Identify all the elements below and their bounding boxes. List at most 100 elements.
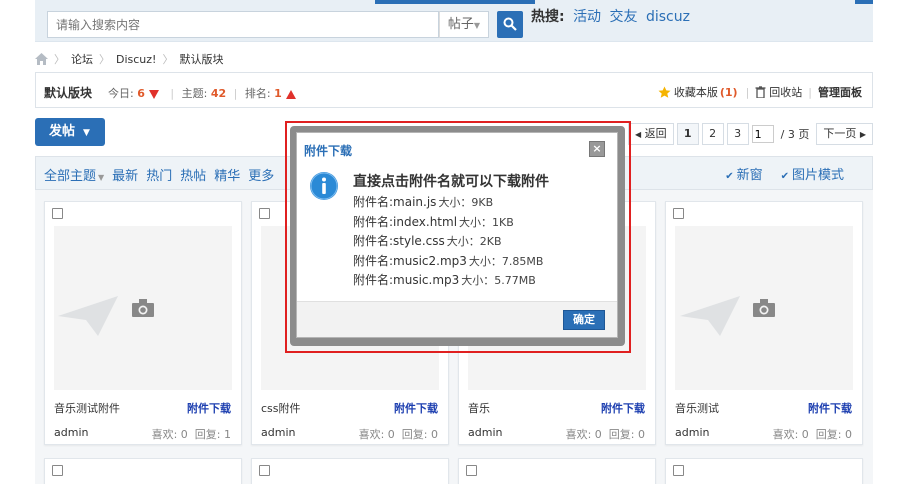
attachment-name[interactable]: 附件名:index.html: [353, 215, 457, 229]
tab-all-topics-label: 全部主题: [44, 169, 97, 184]
favorite-count: (1): [719, 85, 738, 99]
card-likes: 喜欢: 0: [565, 428, 602, 441]
card-title[interactable]: css附件: [261, 400, 301, 416]
chevron-down-icon: ▼: [98, 173, 105, 182]
attachment-download-link[interactable]: 附件下载: [187, 400, 231, 416]
attachment-item[interactable]: 附件名:music2.mp3 大小：7.85MB: [353, 252, 543, 272]
tab-hot[interactable]: 热门: [146, 165, 172, 184]
pager-page[interactable]: 3: [726, 123, 749, 145]
thread-card[interactable]: [665, 458, 863, 484]
hot-link[interactable]: discuz: [646, 9, 690, 25]
card-title[interactable]: 音乐: [468, 400, 490, 416]
post-button[interactable]: 发帖 ▼: [35, 118, 105, 146]
today-label: 今日:: [108, 87, 134, 100]
card-checkbox[interactable]: [673, 208, 684, 219]
forum-name: 默认版块: [44, 86, 93, 100]
chevron-left-icon: ◀: [634, 130, 642, 139]
attachment-name[interactable]: 附件名:music2.mp3: [353, 254, 467, 268]
thread-card[interactable]: [458, 458, 656, 484]
card-checkbox[interactable]: [52, 208, 63, 219]
breadcrumb-item[interactable]: 默认版块: [179, 51, 223, 67]
card-replies: 回复: 1: [194, 428, 231, 441]
attachment-name[interactable]: 附件名:music.mp3: [353, 273, 459, 287]
card-replies: 回复: 0: [815, 428, 852, 441]
attachment-download-link[interactable]: 附件下载: [601, 400, 645, 416]
pager-page[interactable]: 1: [676, 123, 699, 145]
view-options: ✔ 新窗 ✔ 图片模式: [725, 164, 844, 183]
attachment-download-dialog: 附件下载 × 直接点击附件名就可以下载附件 附件名:main.js 大小：9KB …: [296, 132, 618, 338]
search-type-dropdown[interactable]: 帖子▼: [439, 11, 489, 38]
rank-label: 排名:: [244, 87, 271, 100]
camera-icon: [753, 299, 775, 317]
confirm-button[interactable]: 确定: [563, 310, 605, 330]
card-author[interactable]: admin: [675, 426, 709, 439]
arrow-down-icon: [148, 89, 159, 99]
thread-card[interactable]: [44, 458, 242, 484]
dialog-footer: 确定: [297, 301, 617, 337]
attachment-name[interactable]: 附件名:main.js: [353, 195, 436, 209]
card-checkbox[interactable]: [259, 208, 270, 219]
topics-count: 42: [210, 87, 227, 100]
pager-back-label: 返回: [644, 127, 667, 140]
trash-icon: [755, 86, 766, 98]
tab-digest[interactable]: 精华: [214, 165, 240, 184]
card-title[interactable]: 音乐测试附件: [54, 400, 120, 416]
attachment-item[interactable]: 附件名:style.css 大小：2KB: [353, 232, 543, 252]
card-title[interactable]: 音乐测试: [675, 400, 719, 416]
card-replies: 回复: 0: [608, 428, 645, 441]
pager-page-input[interactable]: [751, 125, 774, 143]
attachment-download-link[interactable]: 附件下载: [394, 400, 438, 416]
card-author[interactable]: admin: [468, 426, 502, 439]
pager-back[interactable]: ◀ 返回: [627, 123, 674, 145]
tab-all-topics[interactable]: 全部主题 ▼: [44, 165, 104, 184]
star-icon: [658, 86, 671, 98]
search-button[interactable]: [497, 11, 523, 38]
card-author[interactable]: admin: [54, 426, 88, 439]
breadcrumb-separator: 〉: [162, 53, 174, 66]
recycle-link[interactable]: 回收站: [769, 84, 802, 100]
pager-page[interactable]: 2: [701, 123, 724, 145]
breadcrumb-item[interactable]: 论坛: [71, 51, 93, 67]
card-checkbox[interactable]: [259, 465, 270, 476]
attachment-name[interactable]: 附件名:style.css: [353, 234, 445, 248]
hot-link[interactable]: 活动: [573, 9, 601, 25]
admin-panel-link[interactable]: 管理面板: [818, 84, 862, 100]
check-icon: ✔: [780, 171, 789, 182]
breadcrumb-separator: 〉: [99, 53, 110, 66]
tab-latest[interactable]: 最新: [112, 165, 138, 184]
hot-link[interactable]: 交友: [610, 9, 638, 25]
tab-hot-posts[interactable]: 热帖: [180, 165, 206, 184]
pager-next[interactable]: 下一页 ▶: [816, 123, 873, 145]
search-box[interactable]: [47, 11, 439, 38]
top-search-bar: 帖子▼ 热搜: 活动 交友 discuz: [35, 0, 873, 42]
image-mode-toggle[interactable]: ✔ 图片模式: [781, 164, 844, 183]
attachment-size: 大小：5.77MB: [461, 274, 536, 287]
card-checkbox[interactable]: [52, 465, 63, 476]
thread-card[interactable]: [251, 458, 449, 484]
attachment-download-link[interactable]: 附件下载: [808, 400, 852, 416]
tab-more[interactable]: 更多: [248, 165, 274, 184]
search-type-label: 帖子: [447, 17, 474, 32]
attachment-item[interactable]: 附件名:main.js 大小：9KB: [353, 193, 543, 213]
new-window-toggle[interactable]: ✔ 新窗: [725, 164, 762, 183]
nav-stripe: [855, 0, 873, 4]
card-checkbox[interactable]: [673, 465, 684, 476]
close-button[interactable]: ×: [589, 141, 605, 157]
card-author[interactable]: admin: [261, 426, 295, 439]
card-replies: 回复: 0: [401, 428, 438, 441]
watermark-logo: [680, 296, 740, 336]
info-icon: [310, 172, 338, 200]
attachment-item[interactable]: 附件名:music.mp3 大小：5.77MB: [353, 271, 543, 291]
dialog-heading: 直接点击附件名就可以下载附件: [353, 174, 549, 190]
forum-header: 默认版块 今日: 6 | 主题: 42 | 排名: 1 收藏本版 (1) | 回…: [35, 72, 873, 108]
favorite-link[interactable]: 收藏本版: [674, 84, 718, 100]
attachment-item[interactable]: 附件名:index.html 大小：1KB: [353, 213, 543, 233]
breadcrumb-item[interactable]: Discuz!: [116, 53, 156, 66]
breadcrumb-separator: 〉: [54, 53, 65, 66]
pager-next-label: 下一页: [823, 127, 857, 140]
chevron-down-icon: ▼: [473, 21, 481, 30]
home-icon[interactable]: [35, 53, 48, 65]
card-checkbox[interactable]: [466, 465, 477, 476]
attachment-size: 大小：1KB: [459, 215, 514, 229]
search-input[interactable]: [48, 12, 438, 37]
